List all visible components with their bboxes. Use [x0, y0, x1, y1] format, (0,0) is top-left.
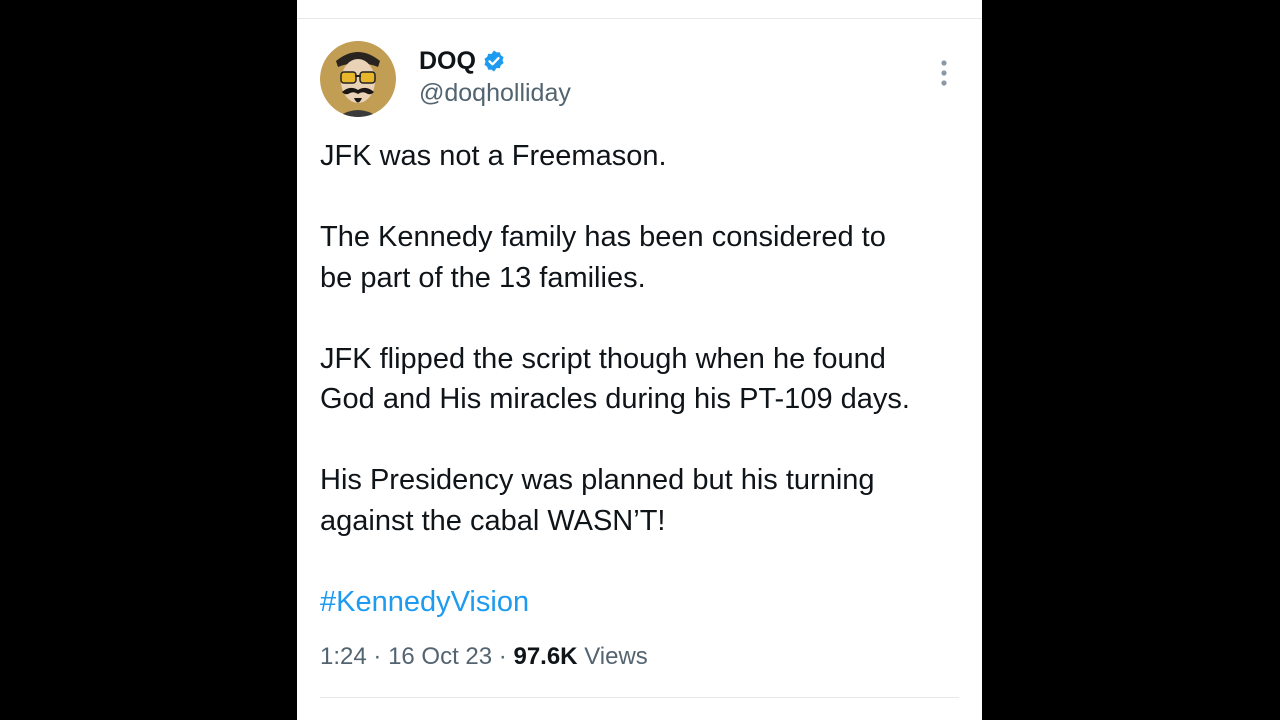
mustached-man-sunglasses-avatar-icon — [320, 41, 396, 117]
tweet-paragraph-4: His Presidency was planned but his turni… — [320, 460, 970, 541]
tweet-paragraph-2: The Kennedy family has been considered t… — [320, 217, 970, 298]
more-options-icon[interactable] — [929, 56, 959, 90]
tweet-line: be part of the 13 families. — [320, 261, 646, 294]
tweet-line: The Kennedy family has been considered t… — [320, 221, 886, 253]
tweet-meta: 1:24 · 16 Oct 23 · 97.6K Views — [320, 643, 648, 671]
meta-separator: · — [498, 643, 507, 670]
tweet-line: God and His miracles during his PT-109 d… — [320, 383, 910, 415]
meta-separator: · — [373, 643, 382, 670]
author-display-name[interactable]: DOQ — [419, 47, 476, 76]
tweet-time[interactable]: 1:24 — [320, 643, 367, 670]
tweet-paragraph-3: JFK flipped the script though when he fo… — [320, 339, 970, 420]
tweet-date[interactable]: 16 Oct 23 — [388, 643, 492, 670]
verified-badge-icon — [482, 49, 506, 73]
tweet-line: against the cabal WASN’T! — [320, 504, 666, 537]
tweet-card: DOQ @doqholliday JFK was not a Freemason… — [297, 0, 982, 720]
views-count: 97.6K — [513, 643, 578, 670]
tweet-hashtag-paragraph: #KennedyVision — [320, 582, 970, 623]
avatar[interactable] — [320, 41, 396, 117]
views-label: Views — [584, 643, 648, 670]
tweet-line: His Presidency was planned but his turni… — [320, 464, 875, 496]
top-divider — [297, 18, 982, 19]
tweet-line: JFK flipped the script though when he fo… — [320, 342, 886, 375]
tweet-line: JFK was not a Freemason. — [320, 140, 667, 172]
author-names: DOQ @doqholliday — [419, 44, 571, 108]
tweet-paragraph-1: JFK was not a Freemason. — [320, 136, 970, 177]
hashtag-link[interactable]: #KennedyVision — [320, 586, 529, 618]
tweet-text: JFK was not a Freemason. The Kennedy fam… — [320, 136, 970, 622]
bottom-divider — [320, 697, 959, 698]
author-handle[interactable]: @doqholliday — [419, 78, 571, 108]
